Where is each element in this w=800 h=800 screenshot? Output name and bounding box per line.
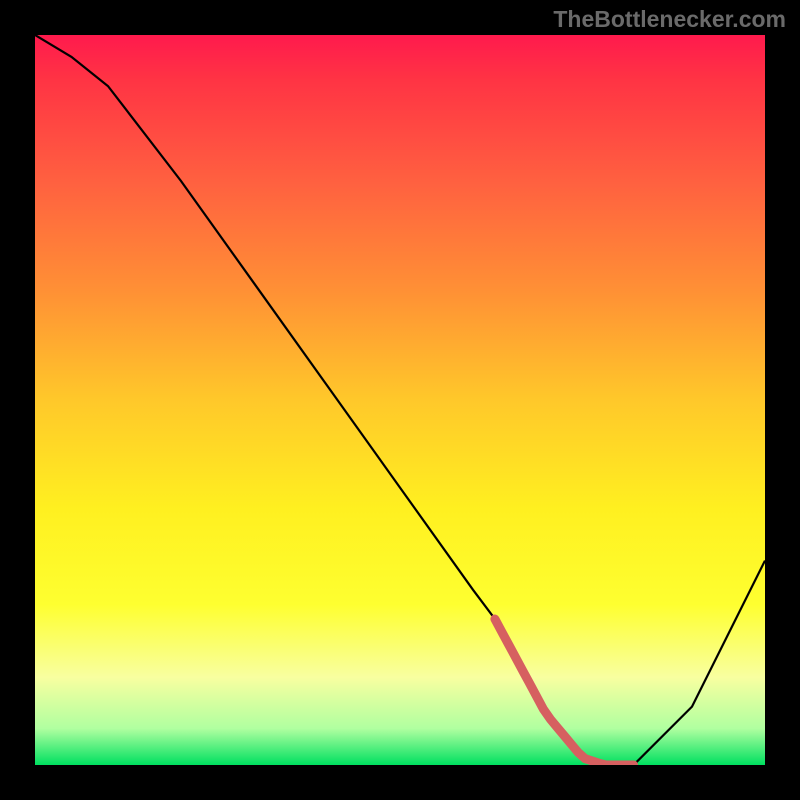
optimal-zone-marker <box>495 619 634 765</box>
watermark-text: TheBottlenecker.com <box>553 6 786 33</box>
chart-area <box>35 35 765 765</box>
bottleneck-curve-path <box>35 35 765 765</box>
bottleneck-curve-svg <box>35 35 765 765</box>
